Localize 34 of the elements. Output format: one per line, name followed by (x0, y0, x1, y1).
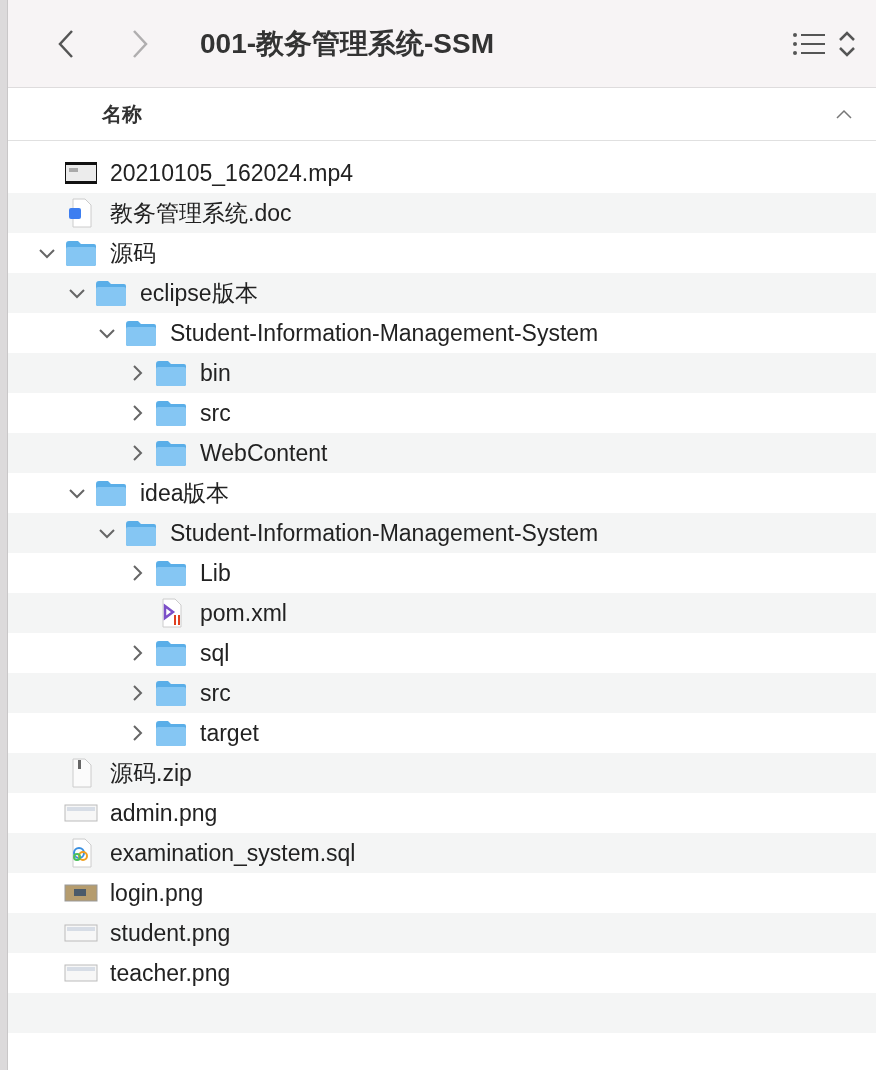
file-name[interactable]: admin.png (110, 799, 218, 827)
folder-icon (154, 638, 188, 668)
file-name[interactable]: 教务管理系统.doc (110, 197, 292, 229)
folder-icon (154, 398, 188, 428)
file-name[interactable]: teacher.png (110, 959, 231, 987)
folder-icon (124, 318, 158, 348)
folder-icon (124, 518, 158, 548)
file-name[interactable]: 源码.zip (110, 757, 192, 789)
window-title: 001-教务管理系统-SSM (200, 26, 496, 61)
file-name[interactable]: examination_system.sql (110, 839, 356, 867)
folder-icon (154, 358, 188, 388)
file-name[interactable]: Student-Information-Management-System (170, 319, 599, 347)
file-name[interactable]: Lib (200, 559, 231, 587)
folder-icon (94, 278, 128, 308)
folder-icon (154, 558, 188, 588)
file-name[interactable]: idea版本 (140, 477, 230, 509)
file-name[interactable]: student.png (110, 919, 231, 947)
file-name[interactable]: eclipse版本 (140, 277, 258, 309)
folder-icon (154, 718, 188, 748)
file-name[interactable]: bin (200, 359, 231, 387)
folder-icon (154, 678, 188, 708)
file-name[interactable]: sql (200, 639, 230, 667)
file-name[interactable]: 源码 (110, 237, 156, 269)
file-name[interactable]: target (200, 719, 259, 747)
file-name[interactable]: WebContent (200, 439, 328, 467)
file-name[interactable]: src (200, 679, 231, 707)
file-name[interactable]: pom.xml (200, 599, 287, 627)
file-name[interactable]: 20210105_162024.mp4 (110, 159, 353, 187)
name-column-header[interactable]: 名称 (102, 100, 836, 128)
folder-icon (154, 438, 188, 468)
file-name[interactable]: src (200, 399, 231, 427)
folder-icon (94, 478, 128, 508)
file-name[interactable]: login.png (110, 879, 204, 907)
folder-icon (64, 238, 98, 268)
